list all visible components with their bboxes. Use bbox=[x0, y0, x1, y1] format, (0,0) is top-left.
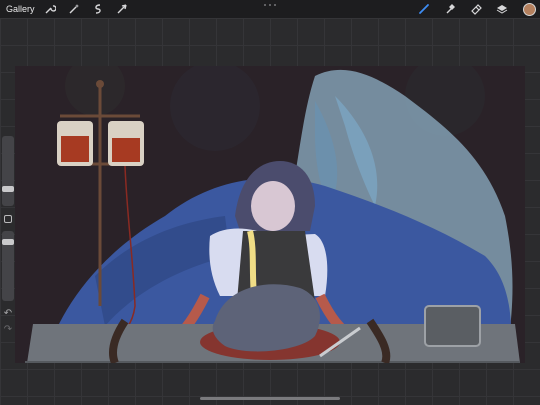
transform-arrow-icon[interactable] bbox=[115, 2, 129, 16]
gallery-button[interactable]: Gallery bbox=[6, 4, 35, 14]
home-indicator bbox=[200, 397, 340, 400]
brush-icon[interactable] bbox=[417, 2, 431, 16]
opacity-slider[interactable] bbox=[2, 231, 14, 301]
wrench-icon[interactable] bbox=[43, 2, 57, 16]
window-grabber[interactable] bbox=[264, 4, 276, 7]
brush-size-slider[interactable] bbox=[2, 136, 14, 206]
color-swatch[interactable] bbox=[523, 2, 536, 16]
redo-arrow-icon[interactable]: ↷ bbox=[2, 324, 14, 336]
left-sidebar: ↶ ↷ bbox=[0, 136, 14, 344]
selection-icon[interactable] bbox=[91, 2, 105, 16]
layers-icon[interactable] bbox=[495, 2, 509, 16]
modify-button[interactable] bbox=[2, 212, 14, 226]
drawing-canvas[interactable] bbox=[15, 66, 525, 363]
smudge-icon[interactable] bbox=[443, 2, 457, 16]
square-icon bbox=[4, 215, 12, 223]
workspace: ↶ ↷ bbox=[0, 18, 540, 405]
right-tools bbox=[405, 2, 536, 16]
top-toolbar: Gallery bbox=[0, 0, 540, 18]
eraser-icon[interactable] bbox=[469, 2, 483, 16]
illustration bbox=[15, 66, 525, 363]
magic-wand-icon[interactable] bbox=[67, 2, 81, 16]
brush-size-thumb[interactable] bbox=[2, 186, 14, 192]
undo-arrow-icon[interactable]: ↶ bbox=[2, 308, 14, 320]
opacity-thumb[interactable] bbox=[2, 239, 14, 245]
